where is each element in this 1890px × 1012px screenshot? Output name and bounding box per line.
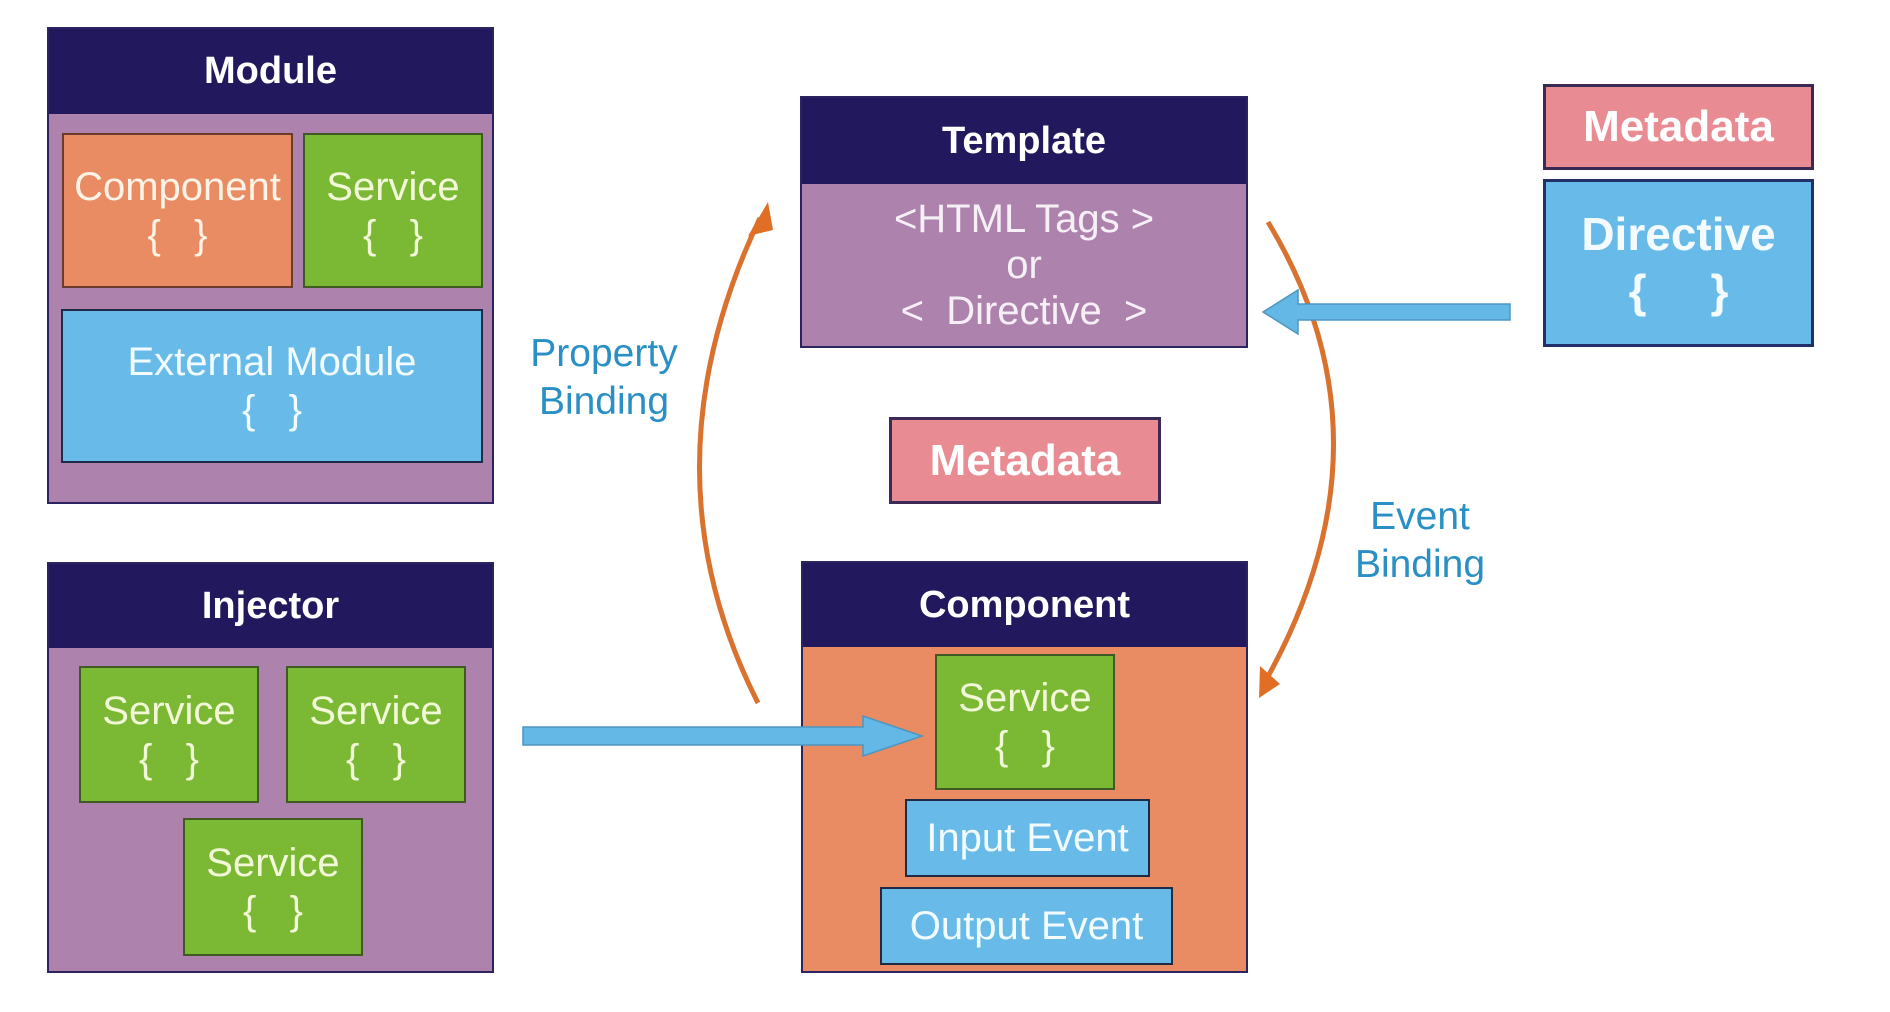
input-event-box: Input Event <box>905 799 1150 877</box>
service-label: Service <box>102 688 236 733</box>
external-module-box: External Module { } <box>61 309 483 463</box>
component-title: Component <box>918 583 1131 626</box>
component-service-box: Service { } <box>935 654 1115 790</box>
braces-icon: { } <box>994 724 1056 768</box>
output-event-box: Output Event <box>880 887 1173 965</box>
template-line-or: or <box>1006 243 1042 287</box>
metadata-center-label: Metadata <box>929 435 1121 485</box>
template-line-directive: < Directive > <box>900 289 1148 333</box>
braces-icon: { } <box>362 212 424 257</box>
module-service-box: Service { } <box>303 133 483 288</box>
module-header: Module <box>49 29 492 114</box>
metadata-center-box: Metadata <box>889 417 1161 504</box>
module-container: Module Component { } Service { } Externa… <box>47 27 494 504</box>
injector-header: Injector <box>49 564 492 648</box>
braces-icon: { } <box>138 736 200 781</box>
component-container: Component Service { } Input Event Output… <box>801 561 1248 973</box>
service-label: Service <box>309 688 443 733</box>
braces-icon: { } <box>345 736 407 781</box>
external-module-label: External Module <box>127 340 417 384</box>
property-binding-line-1: Property <box>530 332 678 375</box>
template-container: Template <HTML Tags > or < Directive > <box>800 96 1248 348</box>
braces-icon: { } <box>1628 265 1729 317</box>
injector-title: Injector <box>201 584 340 627</box>
injector-service-1: Service { } <box>79 666 259 803</box>
service-label: Service <box>958 676 1092 720</box>
event-binding-line-1: Event <box>1370 495 1470 538</box>
template-line-html-tags: <HTML Tags > <box>893 197 1155 241</box>
template-header: Template <box>802 98 1246 184</box>
injector-service-2: Service { } <box>286 666 466 803</box>
output-event-label: Output Event <box>909 904 1144 948</box>
template-title: Template <box>941 119 1106 162</box>
component-header: Component <box>803 563 1246 647</box>
module-component-label: Component <box>74 164 281 209</box>
directive-metadata-box: Metadata <box>1543 84 1814 170</box>
input-event-label: Input Event <box>926 816 1129 860</box>
event-binding-arrowhead-icon <box>1259 666 1280 698</box>
event-binding-label: Event Binding <box>1345 493 1495 588</box>
injector-container: Injector Service { } Service { } Service… <box>47 562 494 973</box>
event-binding-arc <box>1263 220 1336 682</box>
template-body: <HTML Tags > or < Directive > <box>802 184 1246 346</box>
braces-icon: { } <box>242 889 304 933</box>
braces-icon: { } <box>147 212 208 257</box>
directive-box: Directive { } <box>1543 179 1814 347</box>
module-component-box: Component { } <box>62 133 293 288</box>
property-binding-arrowhead-icon <box>748 202 773 236</box>
property-binding-label: Property Binding <box>520 330 688 425</box>
module-title: Module <box>204 50 337 92</box>
service-label: Service <box>206 841 340 885</box>
directive-to-template-arrow-icon <box>1261 288 1511 336</box>
property-binding-line-2: Binding <box>538 379 670 423</box>
braces-icon: { } <box>241 388 303 432</box>
directive-label: Directive <box>1581 207 1776 260</box>
module-service-label: Service <box>326 164 460 209</box>
injector-service-3: Service { } <box>183 818 363 956</box>
event-binding-line-2: Binding <box>1354 542 1486 586</box>
property-binding-arc <box>697 216 763 705</box>
directive-metadata-label: Metadata <box>1583 102 1774 151</box>
